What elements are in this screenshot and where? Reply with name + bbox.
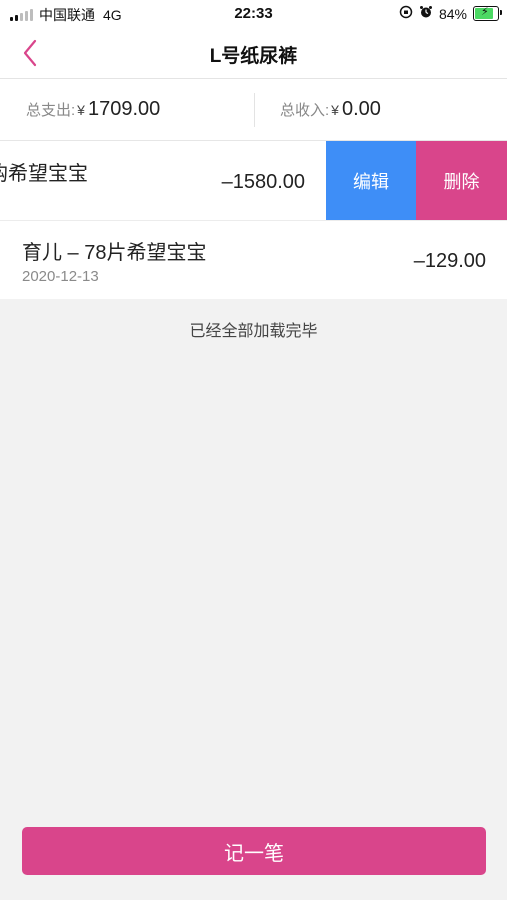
orientation-lock-icon bbox=[399, 5, 413, 22]
list-item[interactable]: 育儿 – 78片希望宝宝 2020-12-13 –129.00 bbox=[0, 221, 507, 299]
page-title: L号纸尿裤 bbox=[209, 46, 298, 67]
income-label: 总收入: bbox=[280, 102, 330, 119]
total-expense: 总支出: ¥ 1709.00 bbox=[26, 79, 160, 140]
nav-bar: L号纸尿裤 bbox=[0, 28, 507, 79]
summary-divider bbox=[254, 93, 255, 127]
status-right: 84% ⚡ bbox=[399, 5, 502, 22]
battery-percent: 84% bbox=[438, 5, 467, 22]
record-title: 购希望宝宝 bbox=[0, 163, 88, 185]
record-title: 育儿 – 78片希望宝宝 bbox=[22, 242, 207, 264]
summary-bar: 总支出: ¥ 1709.00 总收入: ¥ 0.00 bbox=[0, 79, 507, 141]
charging-icon: ⚡ bbox=[481, 6, 489, 18]
record-date: 2020-12-13 bbox=[22, 268, 99, 285]
edit-button[interactable]: 编辑 bbox=[326, 141, 416, 220]
alarm-icon bbox=[419, 5, 433, 22]
battery-icon: ⚡ bbox=[473, 6, 502, 21]
expense-currency: ¥ bbox=[77, 101, 85, 118]
status-bar: 中国联通 4G 22:33 84% ⚡ bbox=[0, 0, 507, 28]
record-amount: –1580.00 bbox=[221, 171, 305, 193]
load-complete-text: 已经全部加载完毕 bbox=[189, 323, 318, 340]
total-income: 总收入: ¥ 0.00 bbox=[280, 79, 381, 140]
income-currency: ¥ bbox=[331, 101, 339, 118]
income-amount: 0.00 bbox=[341, 98, 381, 120]
record-amount: –129.00 bbox=[413, 250, 486, 272]
expense-label: 总支出: bbox=[26, 102, 76, 119]
delete-button[interactable]: 删除 bbox=[416, 141, 507, 220]
expense-amount: 1709.00 bbox=[87, 98, 161, 120]
add-record-button[interactable]: 记一笔 bbox=[22, 827, 486, 875]
list-item[interactable]: 购希望宝宝 –1580.00 编辑 删除 bbox=[0, 141, 507, 221]
